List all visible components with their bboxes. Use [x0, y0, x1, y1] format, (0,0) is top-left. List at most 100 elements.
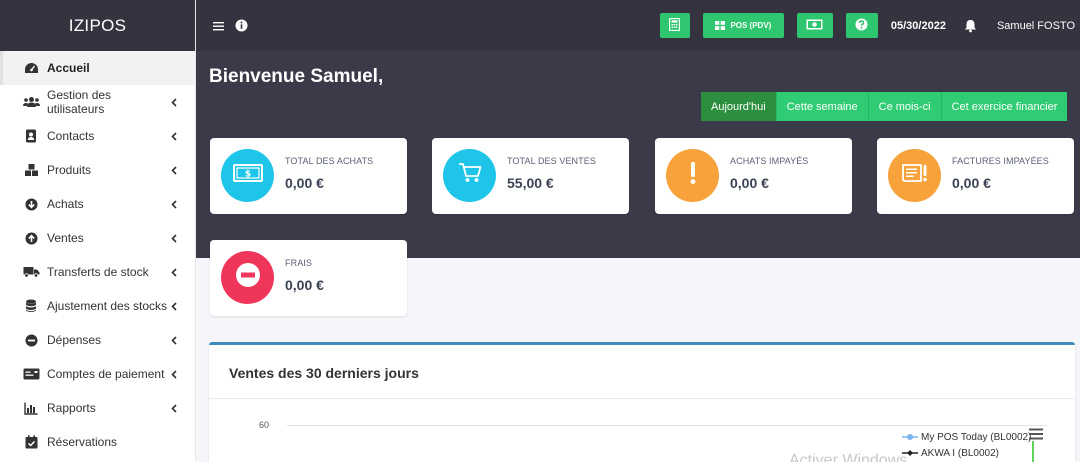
- users-icon: [22, 94, 40, 110]
- invoice-alert-icon: [901, 162, 929, 189]
- chevron-left-icon: [169, 402, 179, 414]
- hamburger-menu-icon[interactable]: [209, 17, 227, 35]
- card-title: TOTAL DES ACHATS: [285, 156, 374, 166]
- chevron-left-icon: [169, 198, 179, 210]
- chevron-left-icon: [169, 96, 179, 108]
- exclamation-icon: [689, 161, 697, 190]
- card-title: TOTAL DES VENTES: [507, 156, 596, 166]
- card-icon-circle: [443, 149, 496, 202]
- chevron-left-icon: [169, 368, 179, 380]
- truck-icon: [22, 264, 40, 280]
- sidebar-item-achats[interactable]: Achats: [0, 187, 195, 221]
- sidebar-item-label: Transferts de stock: [47, 265, 149, 279]
- legend-item-akwa[interactable]: AKWA I (BL0002): [902, 445, 1031, 461]
- arrow-circle-up-icon: [22, 230, 40, 246]
- stat-card-total-sales: TOTAL DES VENTES 55,00 €: [432, 138, 629, 214]
- card-icon-circle: [666, 149, 719, 202]
- card-value: 0,00 €: [730, 175, 769, 191]
- y-gridline: [287, 425, 1047, 426]
- sidebar-item-label: Ventes: [47, 231, 84, 245]
- card-value: 0,00 €: [285, 175, 324, 191]
- database-icon: [22, 298, 40, 314]
- card-title: FACTURES IMPAYÉES: [952, 156, 1049, 166]
- chevron-left-icon: [169, 300, 179, 312]
- topbar: POS (PDV) 05/30/2022 Samuel FOSTO: [196, 0, 1080, 51]
- current-date: 05/30/2022: [890, 19, 946, 32]
- sidebar-item-accueil[interactable]: Accueil: [0, 51, 195, 85]
- sidebar-item-label: Achats: [47, 197, 84, 211]
- money-icon: $: [232, 164, 263, 187]
- card-icon-circle: $: [221, 149, 274, 202]
- chart-legend: My POS Today (BL0002) AKWA I (BL0002): [902, 429, 1031, 461]
- cart-icon: [458, 162, 482, 189]
- bell-icon[interactable]: [964, 19, 978, 33]
- chevron-left-icon: [169, 130, 179, 142]
- card-icon-circle: [888, 149, 941, 202]
- activation-watermark: Activer Windows: [789, 452, 908, 462]
- sidebar-item-contacts[interactable]: Contacts: [0, 119, 195, 153]
- stat-card-total-purchases: $ TOTAL DES ACHATS 0,00 €: [210, 138, 407, 214]
- calculator-button[interactable]: [659, 13, 690, 38]
- card-value: 55,00 €: [507, 175, 554, 191]
- card-title: FRAIS: [285, 258, 313, 268]
- info-circle-icon[interactable]: [232, 17, 250, 35]
- series-highlight-line: [1030, 441, 1034, 462]
- cash-register-button[interactable]: [796, 13, 833, 38]
- sidebar-item-label: Ajustement des stocks: [47, 299, 168, 313]
- help-button[interactable]: [845, 13, 878, 38]
- period-week-button[interactable]: Cette semaine: [775, 92, 868, 121]
- brand-logo[interactable]: IZIPOS: [0, 0, 195, 51]
- sidebar-item-label: Comptes de paiement: [47, 367, 165, 381]
- period-filter: Aujourd'hui Cette semaine Ce mois-ci Cet…: [701, 92, 1068, 121]
- credit-card-icon: [22, 366, 40, 382]
- svg-text:$: $: [244, 170, 250, 180]
- stat-card-unpaid-invoices: FACTURES IMPAYÉES 0,00 €: [877, 138, 1074, 214]
- card-icon-circle: [221, 251, 274, 304]
- sidebar-item-ventes[interactable]: Ventes: [0, 221, 195, 255]
- sidebar-item-transferts[interactable]: Transferts de stock: [0, 255, 195, 289]
- sales-chart-panel: Ventes des 30 derniers jours 60 Activer …: [209, 342, 1075, 462]
- chevron-left-icon: [169, 266, 179, 278]
- money-icon: [806, 19, 823, 32]
- user-menu[interactable]: Samuel FOSTO: [997, 20, 1075, 32]
- sidebar-item-depenses[interactable]: Dépenses: [0, 323, 195, 357]
- legend-item-my-pos[interactable]: My POS Today (BL0002): [902, 429, 1031, 445]
- minus-circle-icon: [22, 332, 40, 348]
- sidebar-item-produits[interactable]: Produits: [0, 153, 195, 187]
- sidebar-item-ajustement[interactable]: Ajustement des stocks: [0, 289, 195, 323]
- legend-marker: [902, 433, 918, 441]
- panel-divider: [209, 398, 1075, 399]
- question-circle-icon: [855, 18, 868, 33]
- sidebar-item-label: Rapports: [47, 401, 96, 415]
- sidebar-item-label: Réservations: [47, 435, 118, 449]
- sidebar-item-comptes[interactable]: Comptes de paiement: [0, 357, 195, 391]
- pos-button-label: POS (PDV): [730, 21, 772, 30]
- sidebar-item-label: Accueil: [47, 61, 90, 75]
- minus-circle-icon: [235, 262, 261, 293]
- period-month-button[interactable]: Ce mois-ci: [867, 92, 941, 121]
- period-today-button[interactable]: Aujourd'hui: [701, 92, 776, 121]
- dashboard-icon: [22, 60, 40, 76]
- sidebar-item-rapports[interactable]: Rapports: [0, 391, 195, 425]
- card-value: 0,00 €: [285, 277, 324, 293]
- sidebar-item-users[interactable]: Gestion des utilisateurs: [0, 85, 195, 119]
- chart-menu-icon[interactable]: [1028, 427, 1044, 441]
- card-value: 0,00 €: [952, 175, 991, 191]
- chevron-left-icon: [169, 164, 179, 176]
- calendar-check-icon: [22, 434, 40, 450]
- chevron-left-icon: [169, 232, 179, 244]
- pos-button[interactable]: POS (PDV): [702, 13, 784, 38]
- stat-card-expenses: FRAIS 0,00 €: [210, 240, 407, 316]
- bar-chart-icon: [22, 400, 40, 416]
- sidebar-nav: Accueil Gestion des utilisateurs Contact…: [0, 51, 195, 459]
- chart-title: Ventes des 30 derniers jours: [229, 365, 419, 381]
- sidebar-item-label: Produits: [47, 163, 92, 177]
- arrow-circle-down-icon: [22, 196, 40, 212]
- legend-label: My POS Today (BL0002): [921, 431, 1032, 443]
- sidebar-item-reservations[interactable]: Réservations: [0, 425, 195, 459]
- period-fiscal-year-button[interactable]: Cet exercice financier: [940, 92, 1068, 121]
- calculator-icon: [669, 17, 681, 33]
- topbar-actions: POS (PDV) 05/30/2022 Samuel FOSTO: [647, 0, 1080, 51]
- welcome-heading: Bienvenue Samuel,: [209, 66, 384, 87]
- sidebar-item-label: Gestion des utilisateurs: [47, 88, 112, 116]
